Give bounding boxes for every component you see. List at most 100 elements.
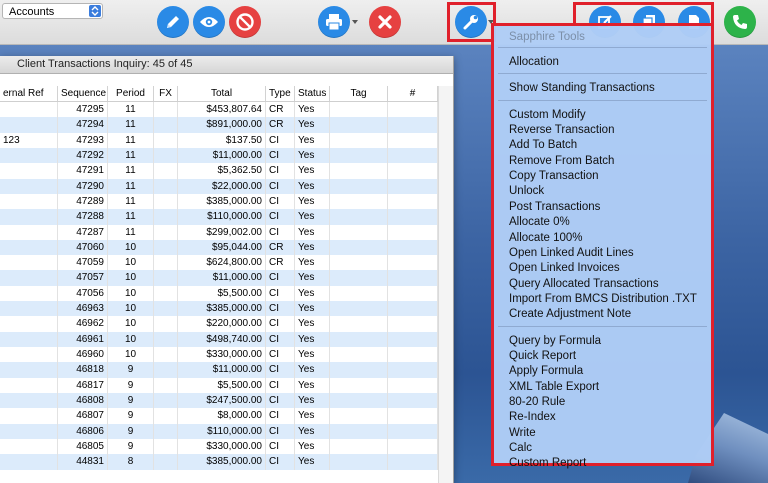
tools-highlight-box: [447, 2, 496, 42]
menu-item-allocate-100[interactable]: Allocate 100%: [509, 231, 583, 246]
table-row[interactable]: 46807 9 $8,000.00 CI Yes: [0, 408, 438, 424]
prohibit-button[interactable]: [229, 6, 261, 38]
table-cell-ref: [0, 117, 58, 133]
menu-item-query-allocated-transactions[interactable]: Query Allocated Transactions: [509, 277, 659, 292]
table-row[interactable]: 47290 11 $22,000.00 CI Yes: [0, 178, 438, 194]
col-header-tag[interactable]: Tag: [330, 86, 388, 101]
table-row[interactable]: 46961 10 $498,740.00 CI Yes: [0, 331, 438, 347]
col-header-fx[interactable]: FX: [154, 86, 178, 101]
menu-item-xml-table-export[interactable]: XML Table Export: [509, 380, 599, 395]
menu-item-open-linked-invoices[interactable]: Open Linked Invoices: [509, 261, 620, 276]
menu-separator: [498, 99, 707, 101]
table-row[interactable]: 46962 10 $220,000.00 CI Yes: [0, 316, 438, 332]
menu-item-post-transactions[interactable]: Post Transactions: [509, 200, 600, 215]
print-dropdown-caret[interactable]: [352, 20, 358, 24]
view-button[interactable]: [193, 6, 225, 38]
menu-item-import-from-bmcs-distribution-txt[interactable]: Import From BMCS Distribution .TXT: [509, 292, 697, 307]
x-icon: [378, 15, 392, 29]
table-cell-tag: [330, 117, 388, 133]
table-row[interactable]: 46960 10 $330,000.00 CI Yes: [0, 347, 438, 363]
table-cell-period: 10: [108, 331, 154, 347]
table-cell-ref: [0, 193, 58, 210]
table-row[interactable]: 47292 11 $11,000.00 CI Yes: [0, 147, 438, 164]
table-cell-period: 11: [108, 224, 154, 240]
col-header-type[interactable]: Type: [266, 86, 295, 101]
table-row[interactable]: 47289 11 $385,000.00 CI Yes: [0, 193, 438, 210]
table-cell-type: CI: [266, 331, 295, 347]
menu-item-80-20-rule[interactable]: 80-20 Rule: [509, 395, 565, 410]
table-row[interactable]: 47060 10 $95,044.00 CR Yes: [0, 239, 438, 256]
table-cell-num: [388, 362, 438, 378]
table-cell-fx: [154, 438, 178, 455]
table-cell-status: Yes: [295, 132, 330, 148]
table-row[interactable]: 47057 10 $11,000.00 CI Yes: [0, 270, 438, 286]
table-row[interactable]: 46963 10 $385,000.00 CI Yes: [0, 301, 438, 317]
menu-item-query-by-formula[interactable]: Query by Formula: [509, 334, 601, 349]
account-select[interactable]: Accounts: [2, 3, 103, 19]
table-cell-period: 11: [108, 102, 154, 118]
menu-item-re-index[interactable]: Re-Index: [509, 410, 556, 425]
table-header: ernal Ref Sequence Period FX Total Type …: [0, 86, 438, 102]
transactions-table: ernal Ref Sequence Period FX Total Type …: [0, 86, 438, 470]
menu-item-quick-report[interactable]: Quick Report: [509, 349, 576, 364]
table-cell-status: Yes: [295, 408, 330, 424]
table-cell-period: 10: [108, 255, 154, 271]
menu-item-allocate-0[interactable]: Allocate 0%: [509, 215, 570, 230]
table-row[interactable]: 46808 9 $247,500.00 CI Yes: [0, 392, 438, 409]
table-row[interactable]: 47295 11 $453,807.64 CR Yes: [0, 102, 438, 118]
menu-item-reverse-transaction[interactable]: Reverse Transaction: [509, 123, 614, 138]
table-cell-num: [388, 132, 438, 148]
table-row[interactable]: 47291 11 $5,362.50 CI Yes: [0, 163, 438, 179]
table-row[interactable]: 47059 10 $624,800.00 CR Yes: [0, 255, 438, 271]
table-cell-status: Yes: [295, 331, 330, 347]
col-header-number[interactable]: #: [388, 86, 438, 101]
col-header-period[interactable]: Period: [108, 86, 154, 101]
menu-item-apply-formula[interactable]: Apply Formula: [509, 364, 583, 379]
menu-item-unlock[interactable]: Unlock: [509, 184, 544, 199]
table-cell-fx: [154, 239, 178, 256]
table-cell-total: $385,000.00: [178, 193, 266, 210]
menu-item-create-adjustment-note[interactable]: Create Adjustment Note: [509, 307, 631, 322]
table-cell-type: CR: [266, 102, 295, 118]
table-cell-num: [388, 347, 438, 363]
menu-item-remove-from-batch[interactable]: Remove From Batch: [509, 154, 614, 169]
delete-button[interactable]: [369, 6, 401, 38]
col-header-total[interactable]: Total: [178, 86, 266, 101]
table-row[interactable]: 46818 9 $11,000.00 CI Yes: [0, 362, 438, 378]
table-row[interactable]: 46805 9 $330,000.00 CI Yes: [0, 438, 438, 455]
menu-item-copy-transaction[interactable]: Copy Transaction: [509, 169, 599, 184]
table-row[interactable]: 46806 9 $110,000.00 CI Yes: [0, 423, 438, 439]
table-cell-period: 10: [108, 347, 154, 363]
table-cell-tag: [330, 316, 388, 332]
call-button[interactable]: [724, 6, 756, 38]
table-row[interactable]: 47287 11 $299,002.00 CI Yes: [0, 224, 438, 240]
table-row[interactable]: 44831 8 $385,000.00 CI Yes: [0, 454, 438, 470]
table-cell-num: [388, 454, 438, 470]
table-row[interactable]: 123 47293 11 $137.50 CI Yes: [0, 132, 438, 148]
table-cell-fx: [154, 301, 178, 317]
col-header-sequence[interactable]: Sequence: [58, 86, 108, 101]
edit-button[interactable]: [157, 6, 189, 38]
menu-item-show-standing-transactions[interactable]: Show Standing Transactions: [509, 81, 655, 96]
print-button[interactable]: [318, 6, 350, 38]
table-cell-status: Yes: [295, 347, 330, 363]
col-header-external-ref[interactable]: ernal Ref: [0, 86, 58, 101]
table-cell-fx: [154, 285, 178, 302]
menu-item-write[interactable]: Write: [509, 426, 536, 441]
menu-item-open-linked-audit-lines[interactable]: Open Linked Audit Lines: [509, 246, 634, 261]
table-cell-seq: 47287: [58, 224, 108, 240]
menu-item-allocation[interactable]: Allocation: [509, 55, 559, 70]
menu-item-calc[interactable]: Calc: [509, 441, 532, 456]
menu-item-add-to-batch[interactable]: Add To Batch: [509, 138, 577, 153]
vertical-scrollbar[interactable]: [438, 86, 453, 483]
col-header-status[interactable]: Status: [295, 86, 330, 101]
table-row[interactable]: 47288 11 $110,000.00 CI Yes: [0, 209, 438, 225]
table-row[interactable]: 46817 9 $5,500.00 CI Yes: [0, 377, 438, 393]
table-row[interactable]: 47294 11 $891,000.00 CR Yes: [0, 117, 438, 133]
table-row[interactable]: 47056 10 $5,500.00 CI Yes: [0, 285, 438, 302]
table-cell-type: CI: [266, 163, 295, 179]
table-cell-num: [388, 285, 438, 302]
table-cell-status: Yes: [295, 178, 330, 194]
menu-item-custom-modify[interactable]: Custom Modify: [509, 108, 586, 123]
menu-item-custom-report[interactable]: Custom Report: [509, 456, 586, 471]
